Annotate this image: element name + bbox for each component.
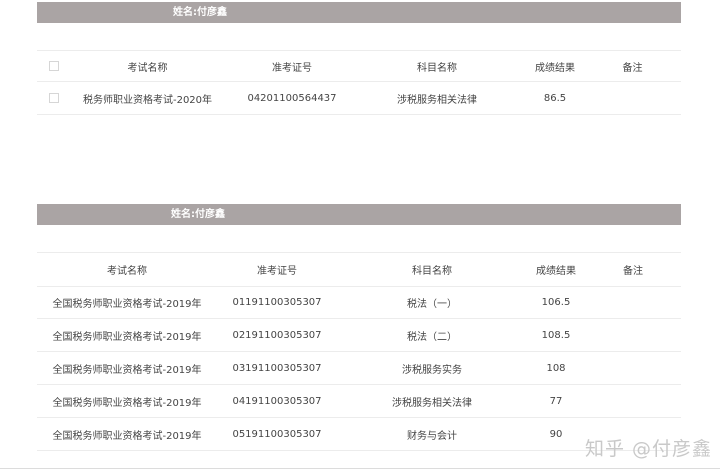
candidate-name: 姓名:付彦鑫 [171, 209, 225, 220]
col-ticket-number: 准考证号 [257, 266, 297, 277]
bottom-divider [0, 468, 720, 469]
score-table-2019: 考试名称 准考证号 科目名称 成绩结果 备注 全国税务师职业资格考试-2019年… [37, 252, 681, 451]
candidate-name: 姓名:付彦鑫 [173, 7, 227, 18]
cell-exam-name: 全国税务师职业资格考试-2019年 [52, 430, 202, 442]
cell-score: 77 [549, 395, 563, 407]
cell-ticket-number: 02191100305307 [232, 329, 322, 341]
zhihu-watermark: 知乎 @付彦鑫 [584, 438, 712, 460]
cell-remarks [585, 352, 681, 385]
score-panel-2020: 姓名:付彦鑫 考试名称 准考证号 科目名称 成绩结果 备注 税务师职业资格考试-… [37, 2, 681, 115]
table-row: 税务师职业资格考试-2020年 04201100564437 涉税服务相关法律 … [37, 82, 681, 115]
cell-exam-name: 全国税务师职业资格考试-2019年 [52, 299, 202, 310]
score-table-2020: 考试名称 准考证号 科目名称 成绩结果 备注 税务师职业资格考试-2020年 0… [37, 50, 681, 115]
cell-subject: 涉税服务相关法律 [397, 94, 477, 106]
select-all-checkbox[interactable] [49, 60, 59, 71]
cell-exam-name: 全国税务师职业资格考试-2019年 [52, 364, 202, 376]
cell-score: 86.5 [543, 92, 567, 104]
select-all-cell[interactable] [37, 51, 59, 82]
cell-ticket-number: 05191100305307 [232, 428, 322, 440]
col-score: 成绩结果 [536, 266, 576, 277]
cell-remarks [585, 287, 681, 319]
col-subject: 科目名称 [417, 62, 457, 74]
cell-subject: 税法（二） [407, 331, 457, 343]
col-ticket-number: 准考证号 [272, 62, 312, 74]
cell-exam-name: 全国税务师职业资格考试-2019年 [52, 331, 202, 343]
cell-subject: 财务与会计 [407, 430, 457, 442]
col-exam-name: 考试名称 [107, 266, 147, 277]
cell-ticket-number: 04201100564437 [247, 92, 337, 104]
col-exam-name: 考试名称 [127, 62, 168, 74]
col-remarks: 备注 [623, 266, 643, 277]
cell-score: 90 [549, 428, 563, 440]
cell-remarks [584, 82, 681, 115]
score-panel-2019: 姓名:付彦鑫 考试名称 准考证号 科目名称 成绩结果 备注 全国税务师职业资格考… [37, 204, 681, 451]
col-score: 成绩结果 [535, 62, 575, 74]
row-select-cell[interactable] [37, 82, 59, 115]
col-remarks: 备注 [622, 62, 643, 74]
table-header-row: 考试名称 准考证号 科目名称 成绩结果 备注 [37, 51, 681, 82]
row-checkbox[interactable] [49, 92, 59, 103]
cell-ticket-number: 03191100305307 [232, 362, 322, 374]
table-row: 全国税务师职业资格考试-2019年 04191100305307 涉税服务相关法… [37, 385, 681, 418]
cell-score: 106.5 [541, 297, 571, 308]
cell-exam-name: 税务师职业资格考试-2020年 [82, 94, 213, 106]
cell-remarks [585, 319, 681, 352]
panel-header: 姓名:付彦鑫 [37, 2, 681, 23]
cell-ticket-number: 01191100305307 [232, 297, 322, 308]
cell-exam-name: 全国税务师职业资格考试-2019年 [52, 397, 202, 409]
cell-ticket-number: 04191100305307 [232, 395, 322, 407]
cell-subject: 涉税服务相关法律 [392, 397, 472, 409]
cell-score: 108 [546, 362, 566, 374]
cell-subject: 涉税服务实务 [402, 364, 462, 376]
cell-remarks [585, 385, 681, 418]
table-header-row: 考试名称 准考证号 科目名称 成绩结果 备注 [37, 253, 681, 287]
table-row: 全国税务师职业资格考试-2019年 02191100305307 税法（二） 1… [37, 319, 681, 352]
cell-score: 108.5 [541, 329, 571, 341]
table-row: 全国税务师职业资格考试-2019年 03191100305307 涉税服务实务 … [37, 352, 681, 385]
cell-subject: 税法（一） [407, 299, 457, 310]
panel-header: 姓名:付彦鑫 [37, 204, 681, 225]
col-subject: 科目名称 [412, 266, 452, 277]
table-row: 全国税务师职业资格考试-2019年 01191100305307 税法（一） 1… [37, 287, 681, 319]
